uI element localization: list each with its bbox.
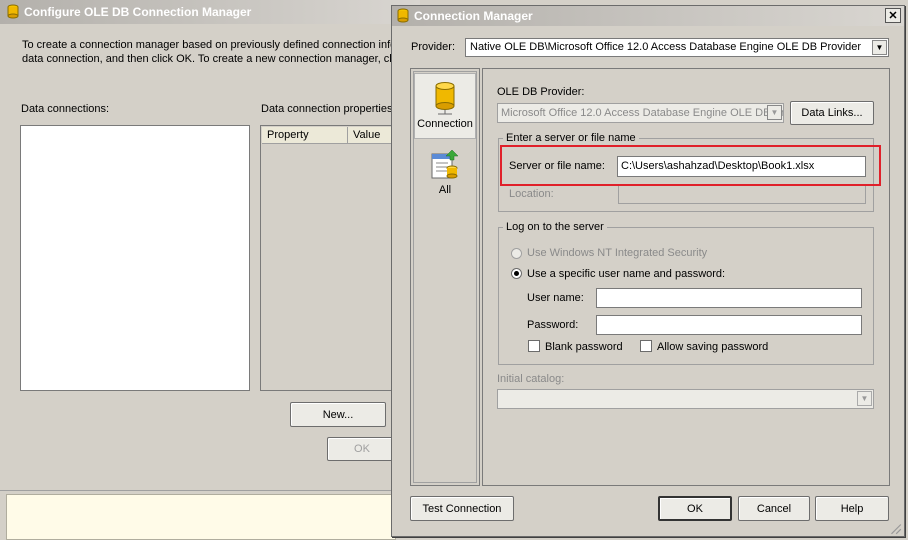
password-label: Password: <box>527 319 579 331</box>
data-connections-list[interactable] <box>20 125 250 391</box>
property-column-header[interactable]: Property <box>262 127 348 144</box>
background-window-title: Configure OLE DB Connection Manager <box>24 5 252 19</box>
password-input[interactable] <box>596 315 862 335</box>
allow-saving-password-label: Allow saving password <box>657 341 769 353</box>
blank-password-checkbox[interactable] <box>528 340 540 352</box>
oledb-provider-value: Microsoft Office 12.0 Access Database En… <box>501 107 784 119</box>
dialog-title: Connection Manager <box>414 9 533 23</box>
background-ok-button[interactable]: OK <box>327 437 397 461</box>
data-connections-label: Data connections: <box>21 103 110 115</box>
database-cylinder-icon <box>7 4 19 19</box>
cancel-button[interactable]: Cancel <box>738 496 810 521</box>
value-column-header[interactable]: Value <box>348 127 397 144</box>
initial-catalog-select[interactable]: ▼ <box>497 389 874 409</box>
tab-all-label: All <box>438 184 452 196</box>
chevron-down-icon[interactable]: ▼ <box>857 391 872 406</box>
background-title-bar[interactable]: Configure OLE DB Connection Manager <box>0 0 420 24</box>
logon-group-label: Log on to the server <box>503 221 607 233</box>
background-info-panel <box>6 494 396 540</box>
chevron-down-icon[interactable]: ▼ <box>767 105 782 120</box>
server-group-label: Enter a server or file name <box>503 132 639 144</box>
tab-connection-label: Connection <box>417 118 473 130</box>
radio-nt-security[interactable] <box>511 248 522 259</box>
close-button[interactable]: ✕ <box>885 8 901 23</box>
radio-nt-security-label: Use Windows NT Integrated Security <box>527 247 708 259</box>
properties-sheet-icon <box>431 149 459 179</box>
ok-button[interactable]: OK <box>658 496 732 521</box>
data-connection-properties-grid[interactable] <box>260 125 400 391</box>
initial-catalog-label: Initial catalog: <box>497 373 565 385</box>
chevron-down-icon[interactable]: ▼ <box>872 40 887 55</box>
test-connection-button[interactable]: Test Connection <box>410 496 514 521</box>
tab-connection[interactable]: Connection <box>414 73 476 139</box>
resize-grip-icon[interactable] <box>888 521 902 535</box>
new-connection-button[interactable]: New... <box>290 402 386 427</box>
oledb-provider-label: OLE DB Provider: <box>497 86 585 98</box>
blank-password-label: Blank password <box>545 341 623 353</box>
oledb-provider-select[interactable]: Microsoft Office 12.0 Access Database En… <box>497 103 784 123</box>
database-cylinder-icon <box>435 82 455 115</box>
provider-label: Provider: <box>411 41 456 53</box>
highlight-box <box>500 145 881 186</box>
help-button[interactable]: Help <box>815 496 889 521</box>
data-connection-properties-label: Data connection properties <box>261 103 393 115</box>
background-intro-text: To create a connection manager based on … <box>22 39 392 65</box>
provider-select[interactable]: Native OLE DB\Microsoft Office 12.0 Acce… <box>465 38 889 57</box>
user-name-input[interactable] <box>596 288 862 308</box>
allow-saving-password-checkbox[interactable] <box>640 340 652 352</box>
user-name-label: User name: <box>527 292 584 304</box>
dialog-title-bar[interactable]: Connection Manager <box>392 6 904 26</box>
location-label: Location: <box>509 188 554 200</box>
properties-grid-header: Property Value <box>262 127 397 144</box>
tab-all[interactable]: All <box>414 148 476 208</box>
radio-specific-user-label: Use a specific user name and password: <box>527 268 726 280</box>
location-input[interactable] <box>618 185 866 204</box>
close-icon: ✕ <box>888 10 898 22</box>
data-links-button[interactable]: Data Links... <box>790 101 874 125</box>
radio-specific-user[interactable] <box>511 268 522 279</box>
provider-value: Native OLE DB\Microsoft Office 12.0 Acce… <box>470 41 862 53</box>
database-cylinder-icon <box>397 8 409 23</box>
